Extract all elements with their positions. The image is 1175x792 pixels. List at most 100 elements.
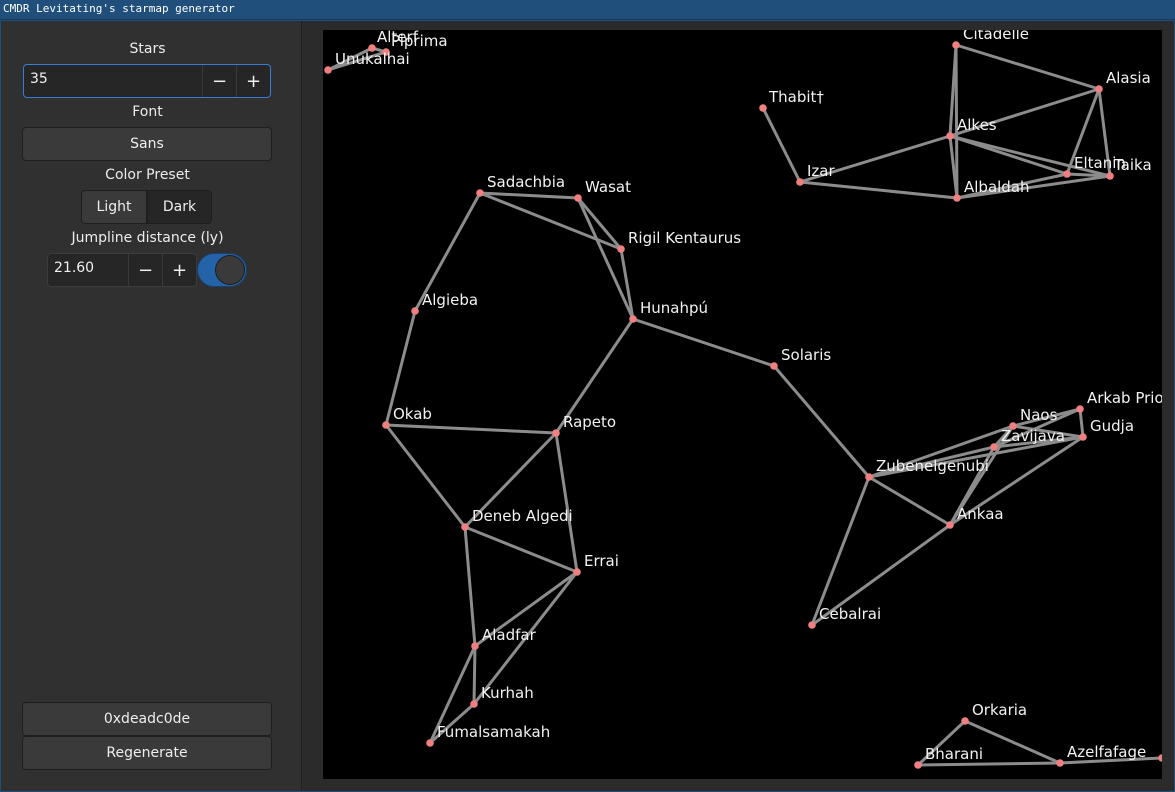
- jumpline: [954, 43, 1101, 91]
- stars-value[interactable]: 35: [30, 71, 48, 87]
- starmap-svg: AlterfPiprimaUnukalhaiCitadelleAlasiaTha…: [324, 30, 1162, 769]
- star-marker: [461, 523, 469, 531]
- star-marker: [1106, 172, 1114, 180]
- star-marker: [914, 761, 922, 769]
- jumpline: [384, 423, 558, 435]
- star-label: Deneb Algedi: [472, 507, 573, 525]
- jumpline: [867, 475, 952, 527]
- jumpline: [761, 106, 802, 184]
- star-marker: [796, 178, 804, 186]
- stars-label: Stars: [129, 41, 166, 57]
- star-label: Algieba: [422, 291, 478, 309]
- star-marker: [952, 41, 960, 49]
- star-label: Unukalhai: [335, 50, 410, 68]
- star-label: Alasia: [1106, 69, 1151, 87]
- star-marker: [617, 245, 625, 253]
- jumpline: [1078, 407, 1085, 439]
- stars-layer: [324, 41, 1162, 769]
- star-label: Ankaa: [957, 505, 1004, 523]
- star-marker: [1063, 170, 1071, 178]
- star-marker: [1158, 754, 1162, 762]
- jumpline: [472, 644, 477, 706]
- star-label: Zubenelgenubi: [876, 457, 989, 475]
- star-marker: [574, 194, 582, 202]
- star-label: Sadachbia: [487, 173, 565, 191]
- star-marker: [324, 66, 332, 74]
- stars-decrement-button[interactable]: −: [202, 65, 236, 97]
- jumplines-layer: [326, 43, 1162, 767]
- star-label: Hunahpú: [640, 299, 708, 317]
- stars-spinbox[interactable]: 35 − +: [23, 64, 271, 98]
- star-marker: [573, 568, 581, 576]
- star-marker: [411, 307, 419, 315]
- star-marker: [471, 642, 479, 650]
- jumpline-increment-button[interactable]: +: [162, 254, 196, 286]
- stars-increment-button[interactable]: +: [236, 65, 270, 97]
- star-label: Rigil Kentaurus: [628, 229, 741, 247]
- star-label: Zavijava: [1001, 427, 1065, 445]
- star-marker: [770, 362, 778, 370]
- jumpline: [384, 423, 467, 529]
- star-marker: [759, 104, 767, 112]
- jumpline: [463, 525, 579, 574]
- jumpline: [478, 191, 623, 251]
- jumpline-distance-spinbox[interactable]: 21.60 − +: [47, 253, 197, 287]
- jumpline-decrement-button[interactable]: −: [128, 254, 162, 286]
- font-select-button[interactable]: Sans: [22, 127, 272, 161]
- jumpline: [463, 525, 477, 648]
- star-marker: [961, 717, 969, 725]
- regenerate-button[interactable]: Regenerate: [22, 736, 272, 770]
- star-label: Albaldah: [964, 178, 1030, 196]
- starmap-canvas: Alterf Piprima Unukalhai Citadelle Alasia Tha…: [323, 30, 1162, 779]
- star-label: Azelfafage: [1067, 743, 1146, 761]
- jumpline-toggle-switch[interactable]: [197, 253, 247, 287]
- preset-light-button[interactable]: Light: [81, 190, 147, 224]
- star-label: Citadelle: [963, 30, 1029, 43]
- star-marker: [946, 132, 954, 140]
- jumpline: [631, 317, 776, 368]
- star-marker: [552, 429, 560, 437]
- title-bar: CMDR Levitating's starmap generator: [0, 0, 1175, 20]
- star-label: Gudja: [1090, 417, 1134, 435]
- star-label: Wasat: [585, 178, 631, 196]
- star-label: Orkaria: [972, 701, 1027, 719]
- font-label: Font: [132, 104, 163, 120]
- star-label: Thabit†: [768, 88, 824, 106]
- preset-dark-button[interactable]: Dark: [147, 190, 212, 224]
- star-marker: [1076, 405, 1084, 413]
- star-marker: [865, 473, 873, 481]
- switch-knob[interactable]: [215, 255, 245, 285]
- seed-field[interactable]: 0xdeadc0de: [22, 702, 272, 736]
- star-label: Taika: [1113, 156, 1152, 174]
- star-label: Solaris: [781, 346, 831, 364]
- color-preset-label: Color Preset: [105, 167, 190, 183]
- star-label: Arkab Prior: [1087, 389, 1162, 407]
- star-label: Rapeto: [563, 413, 616, 431]
- jumpline-distance-label: Jumpline distance (ly): [71, 230, 224, 246]
- settings-sidebar: Stars 35 − + Font Sans Color Preset Ligh…: [1, 21, 302, 791]
- jumpline-distance-value[interactable]: 21.60: [54, 260, 94, 276]
- jumpline: [916, 761, 1062, 767]
- star-marker: [470, 700, 478, 708]
- star-marker: [382, 421, 390, 429]
- star-label: Kurhah: [481, 684, 534, 702]
- jumpline: [772, 364, 871, 479]
- star-marker: [426, 739, 434, 747]
- star-label: Izar: [807, 162, 835, 180]
- star-marker: [953, 194, 961, 202]
- star-label: Fumalsamakah: [437, 723, 550, 741]
- window-title: CMDR Levitating's starmap generator: [3, 2, 235, 15]
- star-label: Piprima: [391, 32, 448, 50]
- jumpline: [576, 196, 635, 321]
- star-marker: [1056, 759, 1064, 767]
- star-marker: [1095, 85, 1103, 93]
- star-marker: [1079, 433, 1087, 441]
- star-label: Alkes: [957, 116, 997, 134]
- star-labels-layer: AlterfPiprimaUnukalhaiCitadelleAlasiaTha…: [335, 30, 1162, 763]
- star-label: Aladfar: [482, 626, 537, 644]
- star-label: Errai: [584, 552, 619, 570]
- jumpline: [798, 180, 959, 200]
- star-label: Okab: [393, 405, 432, 423]
- star-marker: [990, 443, 998, 451]
- star-marker: [629, 315, 637, 323]
